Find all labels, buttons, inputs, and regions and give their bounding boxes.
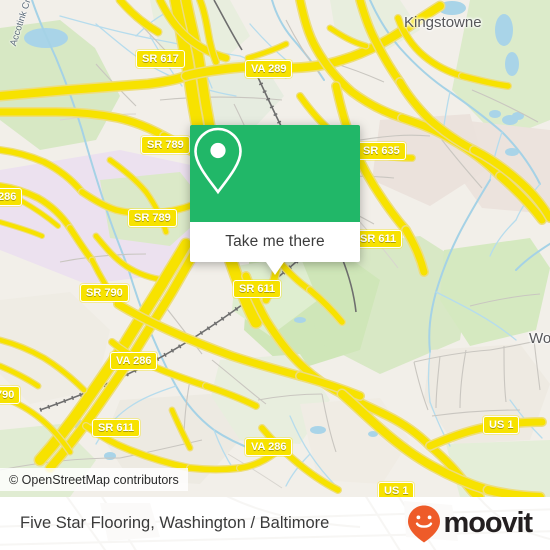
attribution-text: © OpenStreetMap contributors [9, 472, 179, 487]
map-canvas[interactable]: .water{fill:none;stroke:#a5d2e6;stroke-w… [0, 0, 550, 497]
road-shield: SR 617 [136, 50, 185, 68]
place-label: Kingstowne [404, 14, 482, 31]
place-title-text: Five Star Flooring, Washington / Baltimo… [20, 514, 330, 532]
road-shield: VA 286 [245, 438, 293, 456]
road-shield: SR 790 [80, 284, 129, 302]
road-shield: SR 789 [141, 136, 190, 154]
card-pin-panel [190, 125, 360, 222]
place-label: Wo [529, 330, 550, 347]
card-action-row[interactable]: Take me there [190, 222, 360, 262]
moovit-wordmark: moovit [443, 507, 534, 539]
road-shield: SR 611 [92, 419, 141, 437]
location-pin-icon [194, 127, 242, 195]
map-attribution[interactable]: © OpenStreetMap contributors [0, 468, 188, 491]
road-shield: 286 [0, 188, 23, 206]
take-me-there-label: Take me there [225, 233, 325, 250]
road-shield: US 1 [483, 416, 520, 434]
road-shield: US 1 [378, 482, 415, 497]
moovit-logo[interactable]: moovit [406, 497, 534, 550]
road-shield: SR 789 [128, 209, 177, 227]
take-me-there-card[interactable]: Take me there [190, 125, 360, 275]
road-shield: SR 611 [233, 280, 282, 298]
footer-bar: Five Star Flooring, Washington / Baltimo… [0, 497, 550, 550]
map-screen: .water{fill:none;stroke:#a5d2e6;stroke-w… [0, 0, 550, 550]
road-shield: SR 635 [357, 142, 406, 160]
moovit-pin-smiley-icon [407, 505, 440, 542]
card-pointer-tail [266, 262, 284, 275]
road-shield: 790 [0, 386, 21, 404]
road-shield: VA 286 [110, 352, 158, 370]
road-shield: VA 289 [245, 60, 293, 78]
place-title: Five Star Flooring, Washington / Baltimo… [20, 497, 329, 550]
road-shield: SR 611 [354, 230, 403, 248]
